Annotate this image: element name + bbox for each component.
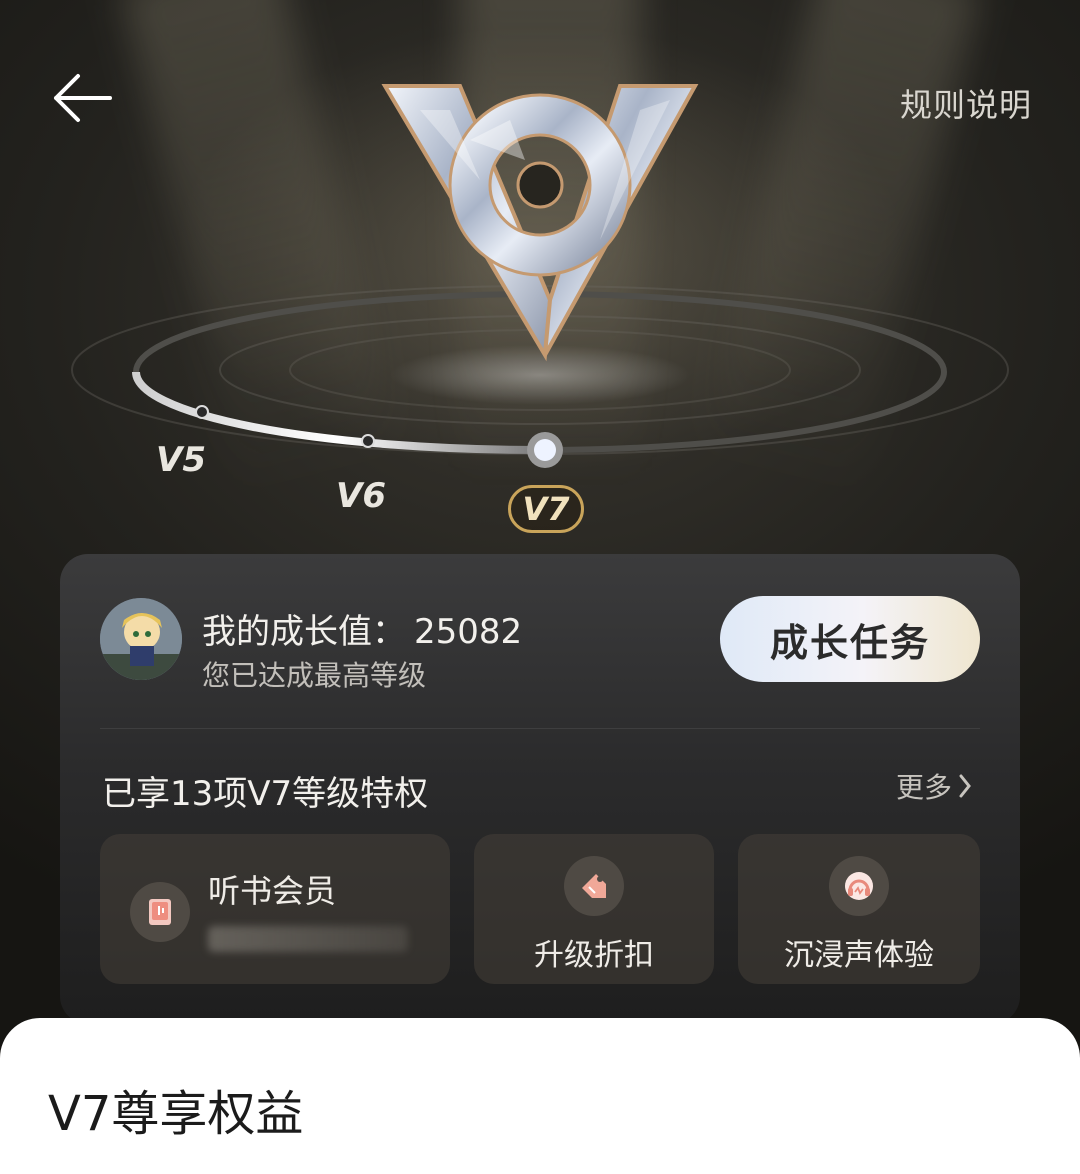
chevron-right-icon <box>959 774 971 798</box>
audiobook-icon <box>130 882 190 942</box>
avatar[interactable] <box>100 598 182 680</box>
more-label: 更多 <box>895 771 952 804</box>
divider <box>100 728 980 729</box>
level-label-current: V7 <box>508 485 584 533</box>
level-dot-current <box>534 439 556 461</box>
sheet-title: V7尊享权益 <box>48 1086 304 1142</box>
growth-status: 您已达成最高等级 <box>202 659 427 692</box>
privilege-tile-discount[interactable]: 升级折扣 <box>474 834 714 984</box>
avatar-image <box>100 598 182 680</box>
privilege-tile-immersive-audio[interactable]: 沉浸声体验 <box>738 834 980 984</box>
benefits-sheet: V7尊享权益 <box>0 1018 1080 1174</box>
back-arrow-icon <box>54 74 112 122</box>
rules-link[interactable]: 规则说明 <box>900 80 1032 126</box>
more-link[interactable]: 更多 <box>896 766 972 806</box>
privilege-tile-audiobook[interactable]: 听书会员 <box>100 834 450 984</box>
privileges-title: 已享13项V7等级特权 <box>102 774 429 814</box>
level-dot-v6 <box>361 434 375 448</box>
privilege-name: 升级折扣 <box>534 938 654 973</box>
privilege-name: 沉浸声体验 <box>784 938 934 973</box>
blurred-detail <box>208 926 408 952</box>
growth-card: 我的成长值： 25082 您已达成最高等级 成长任务 已享13项V7等级特权 更多… <box>60 554 1020 1024</box>
level-dot-v5 <box>195 405 209 419</box>
level-label-v5: V5 <box>156 440 206 480</box>
back-button[interactable] <box>48 68 118 128</box>
level-label-v6: V6 <box>336 476 386 516</box>
price-tag-icon <box>564 856 624 916</box>
growth-label: 我的成长值： <box>202 612 406 652</box>
growth-value-line: 我的成长值： 25082 <box>202 604 522 653</box>
growth-task-button[interactable]: 成长任务 <box>720 596 980 682</box>
headphones-icon <box>829 856 889 916</box>
growth-value: 25082 <box>414 612 523 652</box>
privilege-name: 听书会员 <box>208 872 337 910</box>
v7-emblem-icon <box>381 84 699 362</box>
